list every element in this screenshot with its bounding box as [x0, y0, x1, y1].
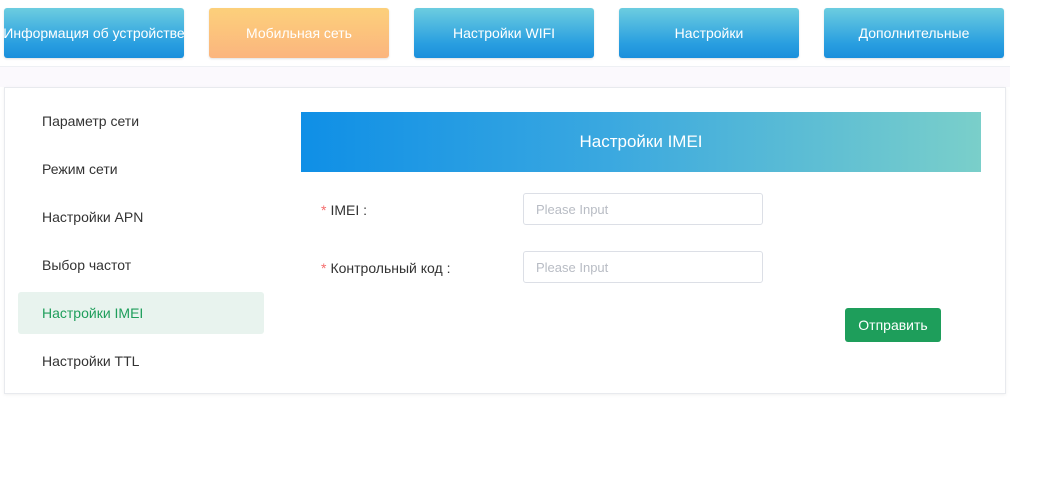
panel-title: Настройки IMEI — [301, 112, 981, 172]
sidebar-item-band-selection[interactable]: Выбор частот — [18, 244, 264, 286]
imei-label-text: IMEI : — [330, 202, 368, 218]
top-navigation: Информация об устройстве Мобильная сеть … — [0, 0, 1010, 67]
imei-label: * IMEI : — [321, 202, 367, 218]
tab-advanced[interactable]: Дополнительные — [824, 8, 1004, 58]
tab-settings[interactable]: Настройки — [619, 8, 799, 58]
sidebar-item-apn-settings[interactable]: Настройки APN — [18, 196, 264, 238]
submit-button[interactable]: Отправить — [845, 308, 941, 342]
content-card: Параметр сети Режим сети Настройки APN В… — [4, 87, 1006, 394]
nav-divider-band — [0, 67, 1010, 87]
panel-title-text: Настройки IMEI — [579, 132, 703, 151]
tab-device-info[interactable]: Информация об устройстве — [4, 8, 184, 58]
sidebar-item-ttl-settings[interactable]: Настройки TTL — [18, 340, 264, 382]
required-mark: * — [321, 260, 327, 276]
sidebar-item-network-params[interactable]: Параметр сети — [18, 100, 264, 142]
check-code-label: * Контрольный код : — [321, 260, 450, 276]
tab-wifi-settings[interactable]: Настройки WIFI — [414, 8, 594, 58]
imei-input[interactable] — [523, 193, 763, 225]
sidebar-menu: Параметр сети Режим сети Настройки APN В… — [18, 100, 264, 388]
tab-mobile-network[interactable]: Мобильная сеть — [209, 8, 389, 58]
check-code-label-text: Контрольный код : — [330, 260, 451, 276]
check-code-input[interactable] — [523, 251, 763, 283]
sidebar-item-imei-settings[interactable]: Настройки IMEI — [18, 292, 264, 334]
sidebar-item-network-mode[interactable]: Режим сети — [18, 148, 264, 190]
required-mark: * — [321, 202, 327, 218]
